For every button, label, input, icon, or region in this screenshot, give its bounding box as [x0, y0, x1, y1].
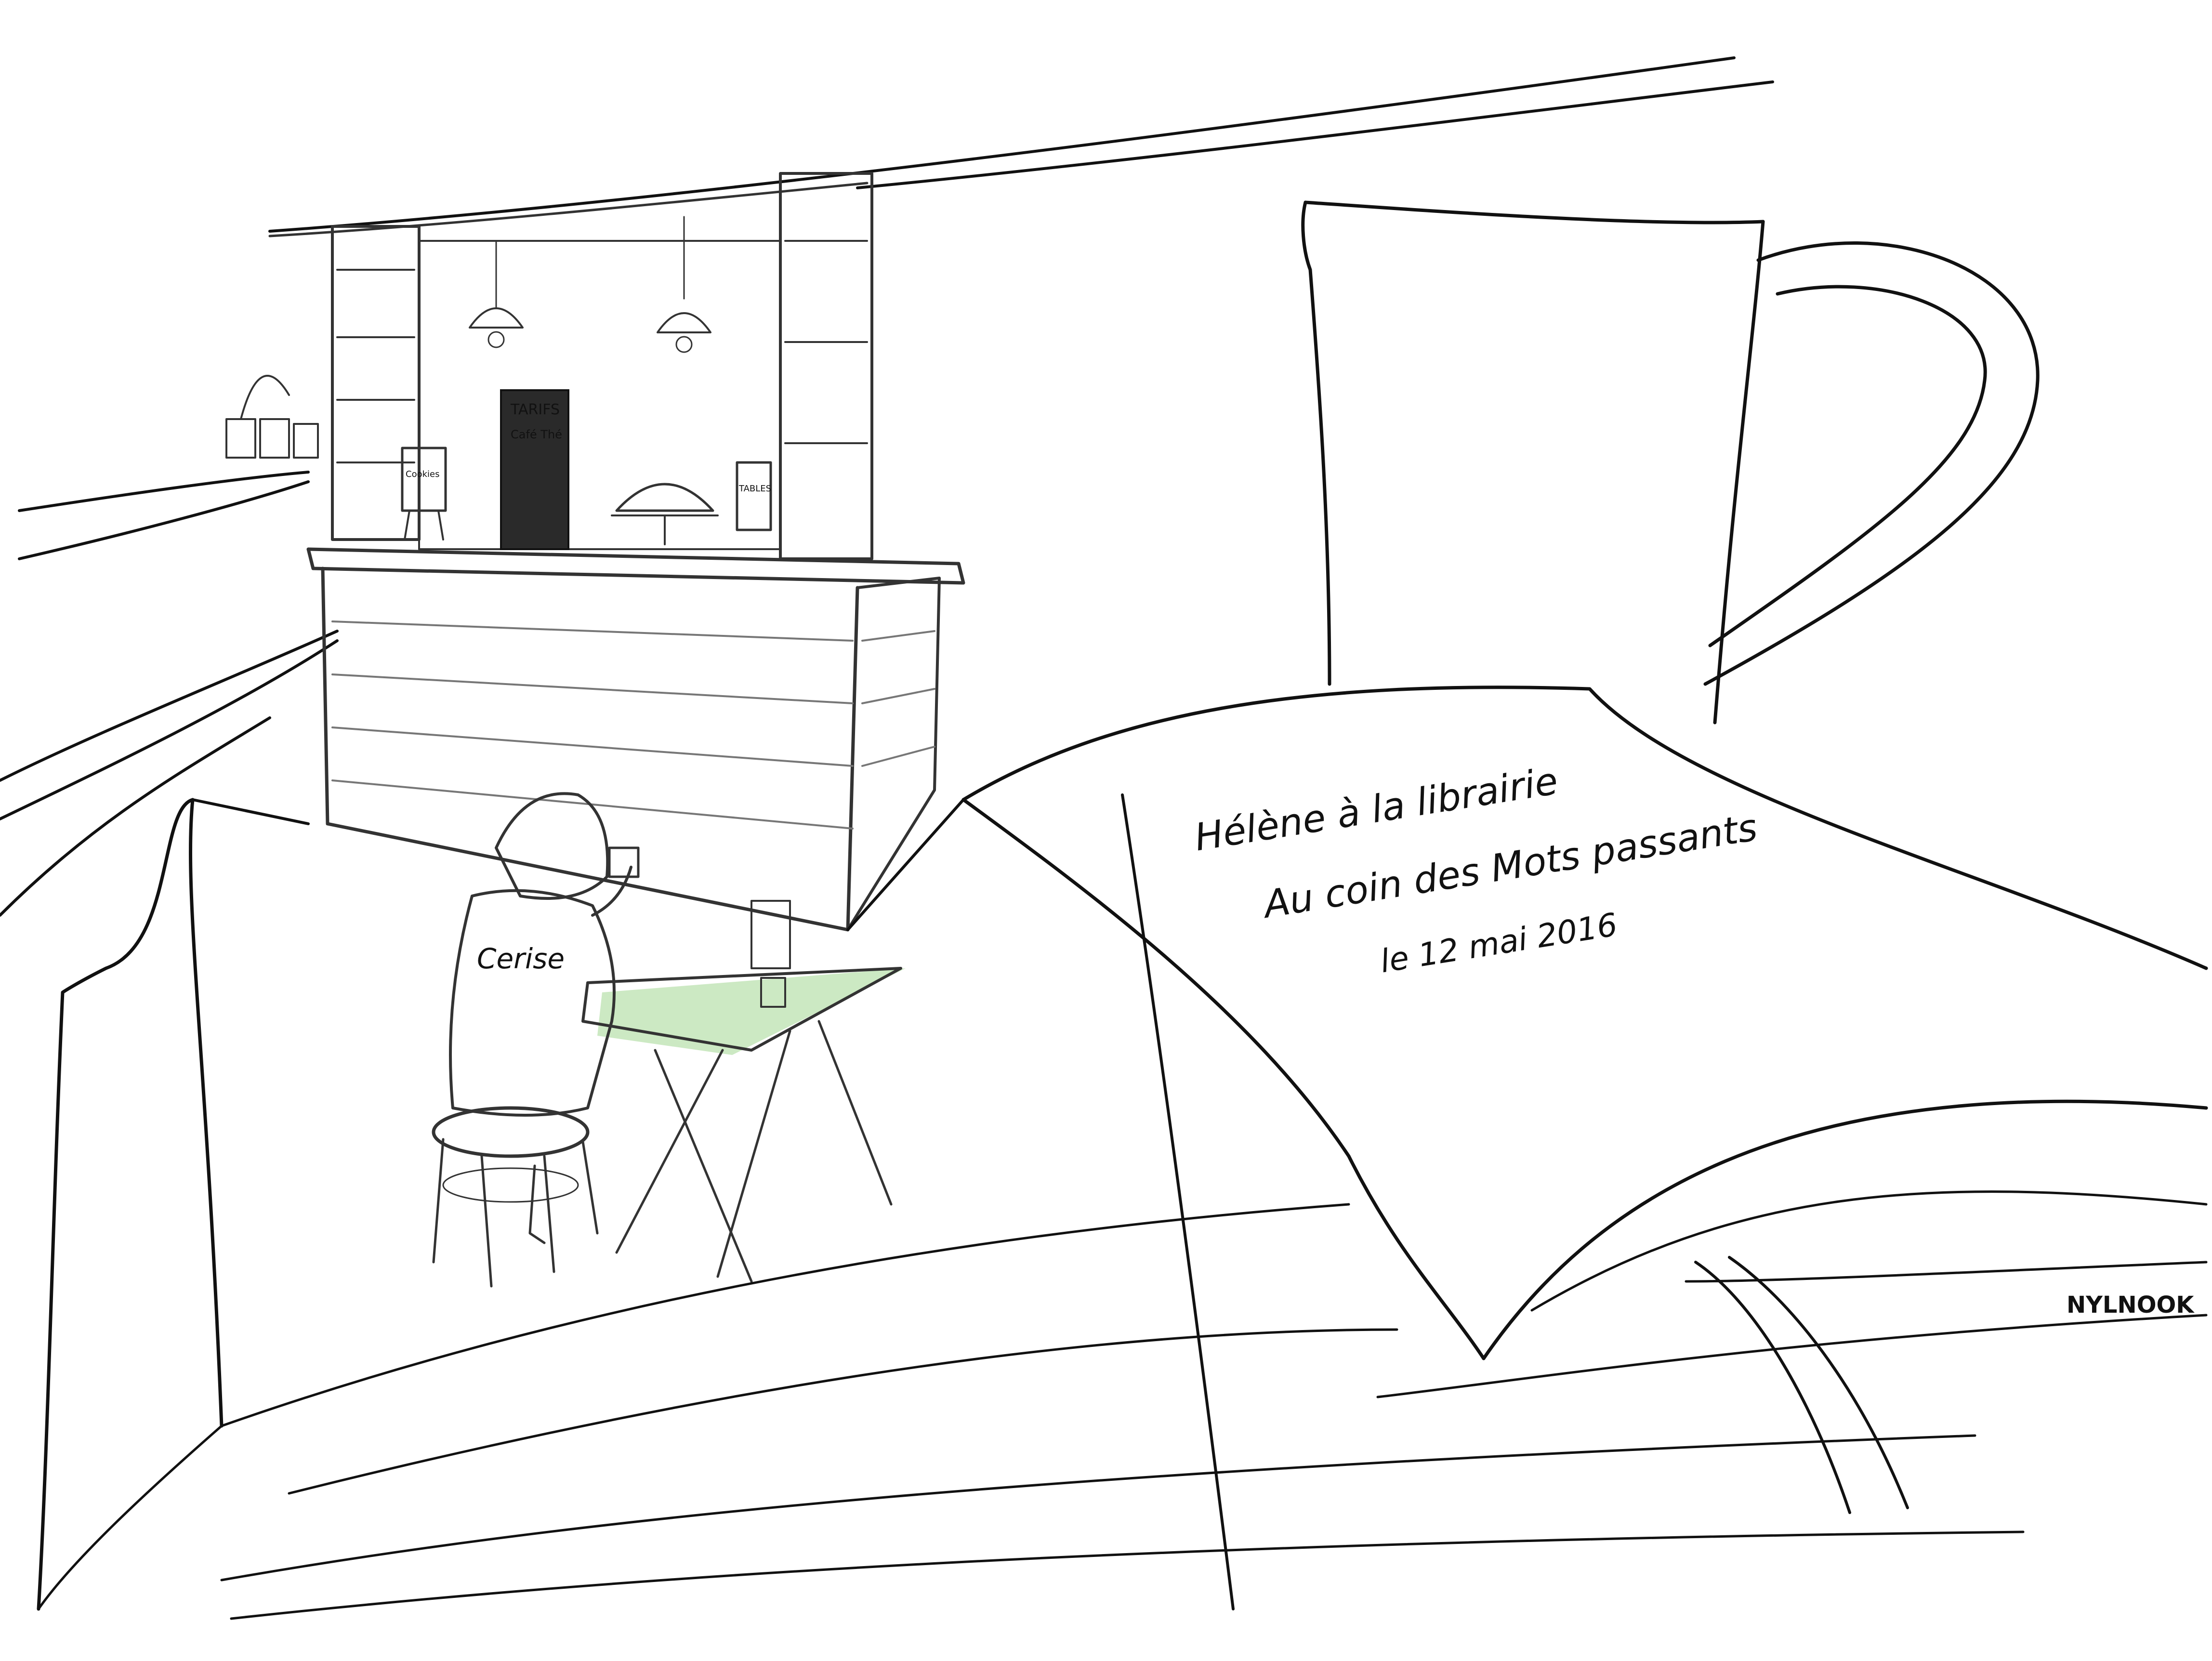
- open-book-drawing: [37, 685, 2208, 1620]
- jacket-text: Cerise: [477, 942, 565, 975]
- caption-line-1: Hélène à la librairie: [1192, 759, 1561, 859]
- book-caption: Hélène à la librairie Au coin des Mots p…: [1192, 759, 1760, 980]
- door-sign-text: TARIFS: [510, 401, 560, 418]
- tables-sign-text: TABLES: [738, 484, 771, 494]
- easel-sign-text: Cookies: [406, 469, 439, 479]
- counter-scene: TARIFS Café Thé Cookies TABLES: [225, 172, 965, 932]
- caption-line-3: le 12 mai 2016: [1378, 906, 1620, 980]
- illustration: TARIFS Café Thé Cookies TABLES Cerise Hé…: [0, 56, 2208, 1620]
- artist-signature: NYLNOOK: [2067, 1292, 2195, 1318]
- door-sign-subtext: Café Thé: [511, 428, 562, 441]
- mug-drawing: [1301, 200, 2040, 725]
